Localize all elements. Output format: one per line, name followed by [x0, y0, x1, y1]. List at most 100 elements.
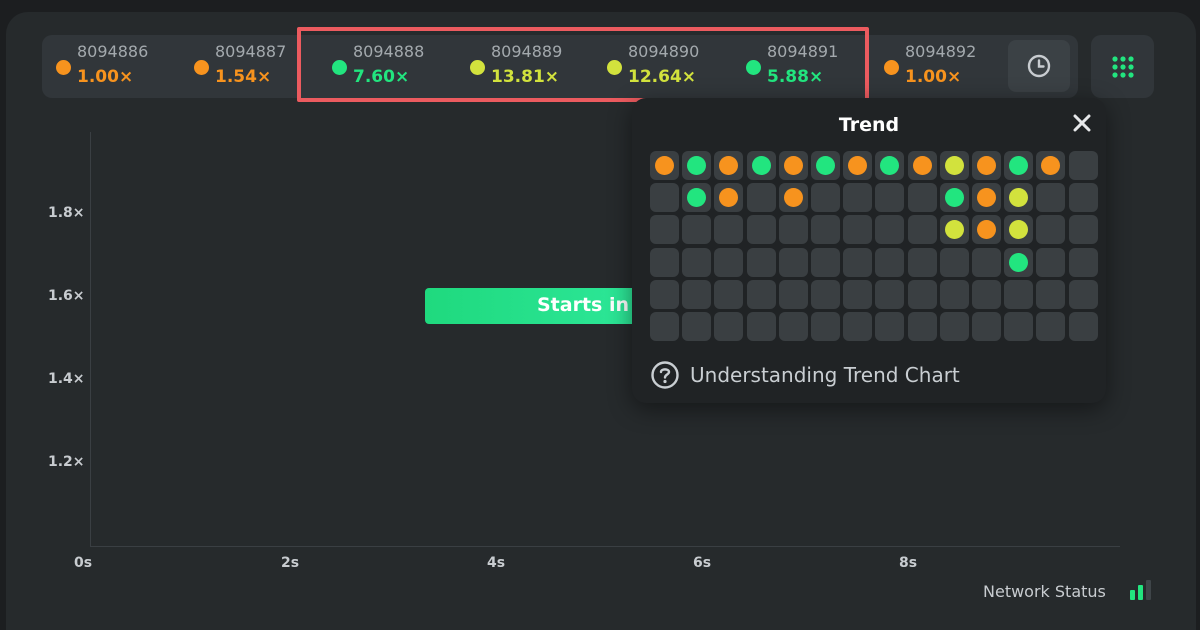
- trend-cell: [1036, 248, 1065, 277]
- y-axis: [90, 132, 91, 546]
- x-tick-label: 8s: [899, 555, 918, 571]
- trend-cell: [811, 215, 840, 244]
- trend-dot-icon: [848, 156, 867, 175]
- x-tick-label: 0s: [74, 555, 93, 571]
- trend-cell: [682, 183, 711, 212]
- trend-cell: [714, 215, 743, 244]
- trend-dot-icon: [945, 156, 964, 175]
- trend-dot-icon: [719, 156, 738, 175]
- trend-cell: [1069, 248, 1098, 277]
- round-multiplier: 1.54×: [215, 67, 272, 87]
- round-id: 8094892: [905, 42, 977, 61]
- trend-cell: [1069, 312, 1098, 341]
- help-text: Understanding Trend Chart: [690, 363, 960, 387]
- trend-dot-icon: [719, 188, 738, 207]
- trend-cell: [875, 280, 904, 309]
- trend-cell: [714, 280, 743, 309]
- y-tick-label: 1.2×: [48, 454, 85, 470]
- trend-dot-icon: [945, 220, 964, 239]
- trend-cell: [972, 215, 1001, 244]
- trend-cell: [1069, 215, 1098, 244]
- trend-cell: [747, 151, 776, 180]
- trend-cell: [650, 280, 679, 309]
- trend-cell: [972, 183, 1001, 212]
- trend-grid: [650, 151, 1098, 343]
- close-button[interactable]: [1070, 111, 1094, 135]
- trend-cell: [779, 248, 808, 277]
- trend-cell: [972, 151, 1001, 180]
- trend-cell: [811, 151, 840, 180]
- trend-cell: [843, 312, 872, 341]
- question-circle-icon: [651, 361, 679, 389]
- trend-cell: [940, 183, 969, 212]
- trend-dot-icon: [880, 156, 899, 175]
- trend-cell: [908, 312, 937, 341]
- round-multiplier: 1.00×: [77, 67, 134, 87]
- round-id: 8094887: [215, 42, 287, 61]
- trend-cell: [1036, 312, 1065, 341]
- trend-dot-icon: [913, 156, 932, 175]
- trend-dot-icon: [687, 156, 706, 175]
- y-tick-label: 1.6×: [48, 288, 85, 304]
- trend-cell: [875, 151, 904, 180]
- trend-cell: [908, 280, 937, 309]
- trend-cell: [779, 312, 808, 341]
- trend-cell: [843, 151, 872, 180]
- trend-cell: [714, 312, 743, 341]
- trend-dot-icon: [784, 188, 803, 207]
- trend-cell: [714, 151, 743, 180]
- trend-dot-icon: [1009, 220, 1028, 239]
- history-button[interactable]: [1008, 40, 1070, 92]
- round-id: 8094886: [77, 42, 149, 61]
- trend-cell: [682, 312, 711, 341]
- trend-cell: [843, 183, 872, 212]
- trend-dot-icon: [1041, 156, 1060, 175]
- trend-cell: [1036, 280, 1065, 309]
- trend-cell: [747, 248, 776, 277]
- trend-cell: [779, 183, 808, 212]
- trend-dot-icon: [752, 156, 771, 175]
- round-multiplier: 1.00×: [905, 67, 962, 87]
- trend-cell: [940, 280, 969, 309]
- trend-cell: [747, 312, 776, 341]
- trend-cell: [682, 248, 711, 277]
- trend-cell: [714, 183, 743, 212]
- trend-cell: [908, 151, 937, 180]
- trend-cell: [747, 183, 776, 212]
- trend-cell: [650, 183, 679, 212]
- trend-cell: [843, 215, 872, 244]
- highlight-box: [297, 27, 869, 102]
- x-tick-label: 2s: [281, 555, 300, 571]
- trend-cell: [875, 248, 904, 277]
- trend-dot-icon: [655, 156, 674, 175]
- trend-cell: [650, 151, 679, 180]
- trend-cell: [1004, 151, 1033, 180]
- trend-cell: [1004, 183, 1033, 212]
- trend-cell: [811, 312, 840, 341]
- grid-dots-icon: [1111, 55, 1134, 78]
- trend-cell: [779, 151, 808, 180]
- trend-cell: [843, 280, 872, 309]
- trend-cell: [811, 280, 840, 309]
- status-dot-icon: [56, 60, 71, 75]
- trend-cell: [972, 248, 1001, 277]
- help-link[interactable]: Understanding Trend Chart: [650, 360, 960, 390]
- x-axis: [90, 546, 1120, 547]
- trend-cell: [940, 312, 969, 341]
- trend-cell: [747, 280, 776, 309]
- trend-cell: [779, 215, 808, 244]
- trend-dot-icon: [1009, 188, 1028, 207]
- trend-cell: [908, 248, 937, 277]
- trend-cell: [1004, 248, 1033, 277]
- trend-cell: [811, 183, 840, 212]
- trend-cell: [1004, 312, 1033, 341]
- trend-dot-icon: [977, 220, 996, 239]
- trend-cell: [1004, 215, 1033, 244]
- trend-cell: [1069, 280, 1098, 309]
- trend-toggle-button[interactable]: [1091, 35, 1154, 98]
- trend-dot-icon: [977, 156, 996, 175]
- trend-cell: [875, 183, 904, 212]
- trend-dot-icon: [687, 188, 706, 207]
- trend-cell: [1036, 151, 1065, 180]
- status-dot-icon: [884, 60, 899, 75]
